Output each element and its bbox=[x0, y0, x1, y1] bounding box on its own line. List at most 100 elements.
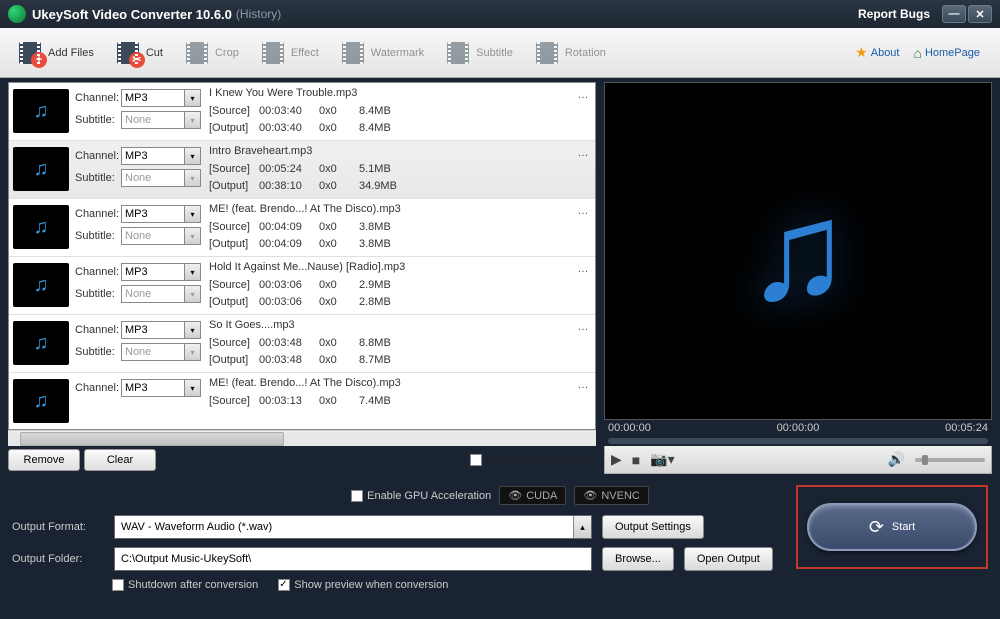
channel-select[interactable]: MP3▾ bbox=[121, 379, 201, 397]
home-icon: ⌂ bbox=[913, 45, 921, 61]
shutdown-checkbox[interactable]: Shutdown after conversion bbox=[112, 579, 258, 591]
row-info: I Knew You Were Trouble.mp3[Source]00:03… bbox=[203, 83, 571, 140]
channel-label: Channel: bbox=[75, 382, 121, 394]
subtitle-label: Subtitle: bbox=[75, 114, 121, 126]
file-row[interactable]: ♫Channel:MP3▾Subtitle:None▾I Knew You We… bbox=[9, 83, 595, 141]
options-row: Shutdown after conversion Show preview w… bbox=[112, 579, 988, 591]
output-settings-button[interactable]: Output Settings bbox=[602, 515, 704, 539]
crop-button[interactable]: Crop bbox=[173, 35, 249, 71]
file-thumbnail: ♫ bbox=[13, 205, 69, 249]
channel-label: Channel: bbox=[75, 208, 121, 220]
start-button[interactable]: ⟳ Start bbox=[807, 503, 977, 551]
film-icon: ✂ bbox=[117, 42, 139, 64]
main-area: ♫Channel:MP3▾Subtitle:None▾I Knew You We… bbox=[0, 78, 1000, 478]
toolbar: + Add Files ✂ Cut Crop Effect Watermark … bbox=[0, 28, 1000, 78]
open-output-button[interactable]: Open Output bbox=[684, 547, 773, 571]
gpu-checkbox[interactable]: Enable GPU Acceleration bbox=[351, 490, 491, 502]
row-menu-button[interactable]: … bbox=[571, 373, 595, 430]
chevron-up-icon: ▴ bbox=[573, 516, 591, 538]
row-controls: Channel:MP3▾Subtitle:None▾ bbox=[73, 257, 203, 314]
channel-select[interactable]: MP3▾ bbox=[121, 89, 201, 107]
music-note-icon: ♫ bbox=[34, 158, 49, 181]
cut-button[interactable]: ✂ Cut bbox=[104, 35, 173, 71]
preview-panel: ♫ 00:00:00 00:00:00 00:05:24 ▶ ■ 📷▾ 🔊 bbox=[604, 82, 992, 474]
file-row[interactable]: ♫Channel:MP3▾Subtitle:None▾So It Goes...… bbox=[9, 315, 595, 373]
refresh-icon: ⟳ bbox=[869, 517, 884, 538]
film-icon bbox=[186, 42, 208, 64]
remove-button[interactable]: Remove bbox=[8, 449, 80, 471]
chevron-down-icon: ▾ bbox=[184, 322, 200, 338]
chevron-down-icon: ▾ bbox=[184, 206, 200, 222]
file-title: ME! (feat. Brendo...! At The Disco).mp3 bbox=[209, 377, 565, 395]
channel-select[interactable]: MP3▾ bbox=[121, 321, 201, 339]
chevron-down-icon: ▾ bbox=[184, 148, 200, 164]
play-button[interactable]: ▶ bbox=[611, 451, 622, 468]
add-files-button[interactable]: + Add Files bbox=[6, 35, 104, 71]
channel-select[interactable]: MP3▾ bbox=[121, 205, 201, 223]
snapshot-button[interactable]: 📷▾ bbox=[650, 451, 674, 468]
file-thumbnail: ♫ bbox=[13, 321, 69, 365]
film-icon bbox=[536, 42, 558, 64]
subtitle-select[interactable]: None▾ bbox=[121, 227, 201, 245]
file-title: ME! (feat. Brendo...! At The Disco).mp3 bbox=[209, 203, 565, 221]
file-thumbnail: ♫ bbox=[13, 379, 69, 423]
about-link[interactable]: ★About bbox=[855, 44, 899, 61]
subtitle-label: Subtitle: bbox=[75, 346, 121, 358]
subtitle-button[interactable]: Subtitle bbox=[434, 35, 523, 71]
subtitle-select[interactable]: None▾ bbox=[121, 111, 201, 129]
file-title: So It Goes....mp3 bbox=[209, 319, 565, 337]
row-controls: Channel:MP3▾Subtitle:None▾ bbox=[73, 315, 203, 372]
volume-slider[interactable] bbox=[915, 458, 985, 462]
file-row[interactable]: ♫ Channel:MP3▾ ME! (feat. Brendo...! At Th… bbox=[9, 373, 595, 430]
subtitle-select[interactable]: None▾ bbox=[121, 169, 201, 187]
scissors-icon: ✂ bbox=[129, 52, 145, 68]
channel-label: Channel: bbox=[75, 150, 121, 162]
clear-button[interactable]: Clear bbox=[84, 449, 156, 471]
channel-select[interactable]: MP3▾ bbox=[121, 147, 201, 165]
preview-checkbox[interactable]: Show preview when conversion bbox=[278, 579, 448, 591]
homepage-link[interactable]: ⌂HomePage bbox=[913, 45, 980, 61]
music-note-icon: ♫ bbox=[34, 274, 49, 297]
file-title: I Knew You Were Trouble.mp3 bbox=[209, 87, 565, 105]
chevron-down-icon: ▾ bbox=[184, 170, 200, 186]
stop-button[interactable]: ■ bbox=[632, 452, 640, 468]
chevron-down-icon: ▾ bbox=[184, 264, 200, 280]
preview-video[interactable]: ♫ bbox=[604, 82, 992, 420]
seek-slider[interactable] bbox=[608, 438, 988, 444]
file-row[interactable]: ♫ Channel:MP3▾Subtitle:None▾Intro Bravehe… bbox=[9, 141, 595, 199]
film-icon: + bbox=[19, 42, 41, 64]
row-menu-button[interactable]: … bbox=[571, 83, 595, 140]
row-controls: Channel:MP3▾Subtitle:None▾ bbox=[73, 141, 203, 198]
file-thumbnail: ♫ bbox=[13, 89, 69, 133]
row-menu-button[interactable]: … bbox=[571, 199, 595, 256]
close-button[interactable]: ✕ bbox=[968, 5, 992, 23]
subtitle-select[interactable]: None▾ bbox=[121, 285, 201, 303]
output-folder-input[interactable]: C:\Output Music-UkeySoft\ bbox=[114, 547, 592, 571]
merge-checkbox[interactable]: Merge all files into one bbox=[470, 454, 596, 466]
subtitle-label: Subtitle: bbox=[75, 288, 121, 300]
file-list[interactable]: ♫Channel:MP3▾Subtitle:None▾I Knew You We… bbox=[8, 82, 596, 430]
time-display: 00:00:00 00:00:00 00:05:24 bbox=[604, 420, 992, 436]
subtitle-label: Subtitle: bbox=[75, 172, 121, 184]
effect-button[interactable]: Effect bbox=[249, 35, 329, 71]
horizontal-scrollbar[interactable] bbox=[8, 430, 596, 446]
row-controls: Channel:MP3▾Subtitle:None▾ bbox=[73, 199, 203, 256]
subtitle-select[interactable]: None▾ bbox=[121, 343, 201, 361]
row-menu-button[interactable]: … bbox=[571, 315, 595, 372]
minimize-button[interactable]: — bbox=[942, 5, 966, 23]
channel-select[interactable]: MP3▾ bbox=[121, 263, 201, 281]
report-bugs-link[interactable]: Report Bugs bbox=[858, 7, 930, 21]
titlebar: UkeySoft Video Converter 10.6.0 (History… bbox=[0, 0, 1000, 28]
browse-button[interactable]: Browse... bbox=[602, 547, 674, 571]
volume-icon[interactable]: 🔊 bbox=[888, 451, 905, 468]
rotation-button[interactable]: Rotation bbox=[523, 35, 616, 71]
watermark-button[interactable]: Watermark bbox=[329, 35, 434, 71]
list-footer: Remove Clear Merge all files into one bbox=[8, 446, 596, 474]
app-logo-icon bbox=[8, 5, 26, 23]
row-info: Intro Braveheart.mp3[Source]00:05:240x05… bbox=[203, 141, 571, 198]
row-menu-button[interactable]: … bbox=[571, 257, 595, 314]
output-format-select[interactable]: WAV - Waveform Audio (*.wav)▴ bbox=[114, 515, 592, 539]
file-row[interactable]: ♫Channel:MP3▾Subtitle:None▾ ME! (feat. Br… bbox=[9, 199, 595, 257]
file-row[interactable]: ♫Channel:MP3▾Subtitle:None▾Hold It Again… bbox=[9, 257, 595, 315]
row-menu-button[interactable]: … bbox=[571, 141, 595, 198]
